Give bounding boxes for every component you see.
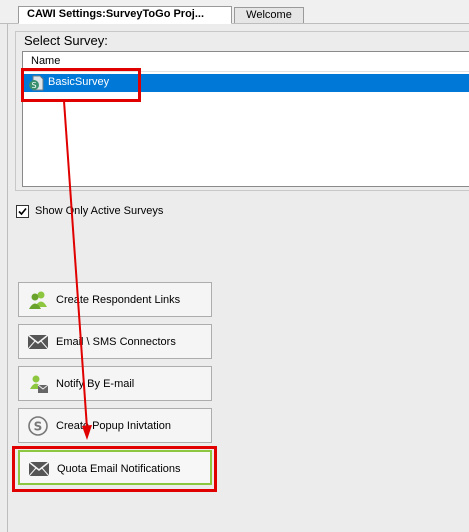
create-respondent-links-button[interactable]: Create Respondent Links bbox=[18, 282, 212, 317]
dollar-circle-icon: S bbox=[27, 416, 49, 436]
create-respondent-links-label: Create Respondent Links bbox=[56, 294, 181, 306]
tab-cawi-settings[interactable]: CAWI Settings:SurveyToGo Proj... bbox=[18, 6, 232, 24]
select-survey-label: Select Survey: bbox=[22, 33, 110, 48]
panel-left-border bbox=[7, 23, 8, 532]
notify-by-email-button[interactable]: Notify By E-mail bbox=[18, 366, 212, 401]
notify-by-email-label: Notify By E-mail bbox=[56, 378, 135, 390]
survey-list[interactable]: Name S BasicSurvey bbox=[22, 51, 469, 187]
quota-email-notifications-button[interactable]: Quota Email Notifications bbox=[18, 450, 212, 485]
show-active-checkbox[interactable] bbox=[16, 205, 29, 218]
svg-text:S: S bbox=[34, 420, 43, 434]
survey-row-basicsurvey[interactable]: S BasicSurvey bbox=[24, 74, 469, 92]
notify-users-icon bbox=[27, 374, 49, 394]
create-popup-invitation-button[interactable]: S Create Popup Inivtation bbox=[18, 408, 212, 443]
survey-name: BasicSurvey bbox=[48, 76, 110, 88]
tab-welcome[interactable]: Welcome bbox=[234, 7, 304, 23]
email-sms-connectors-label: Email \ SMS Connectors bbox=[56, 336, 176, 348]
survey-document-icon: S bbox=[28, 75, 44, 91]
svg-text:S: S bbox=[31, 81, 36, 90]
envelope-icon bbox=[28, 459, 50, 479]
envelope-icon bbox=[27, 332, 49, 352]
quota-email-notifications-label: Quota Email Notifications bbox=[57, 463, 181, 475]
show-active-label[interactable]: Show Only Active Surveys bbox=[35, 205, 163, 217]
column-header-name[interactable]: Name bbox=[23, 52, 469, 72]
create-popup-invitation-label: Create Popup Inivtation bbox=[56, 420, 171, 432]
email-sms-connectors-button[interactable]: Email \ SMS Connectors bbox=[18, 324, 212, 359]
users-icon bbox=[27, 290, 49, 310]
